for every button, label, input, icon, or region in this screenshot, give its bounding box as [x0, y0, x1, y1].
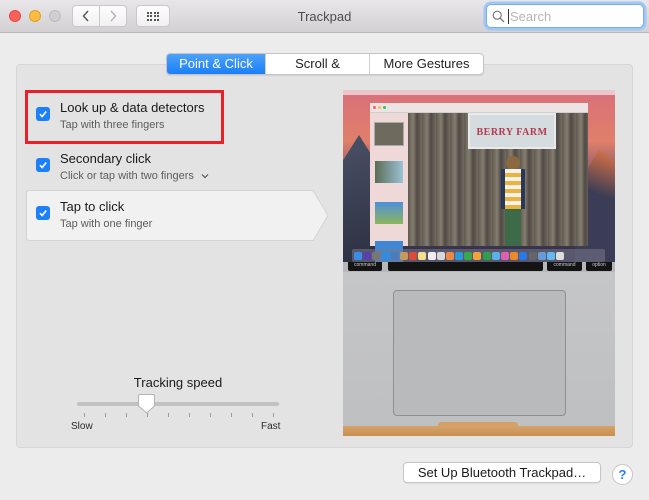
preview-dock-app-icon — [445, 251, 454, 260]
preview-person-body — [501, 169, 525, 209]
preview-key-command-right: command — [547, 262, 582, 271]
help-button[interactable]: ? — [612, 464, 633, 485]
option-sublabel: Click or tap with two fingers — [60, 170, 194, 182]
preview-dock-app-icon — [491, 251, 500, 260]
preview-dock-app-icon — [556, 251, 565, 260]
preview-dock-app-icon — [381, 251, 390, 260]
preview-dock-app-icon — [372, 251, 381, 260]
preview-dock-app-icon — [501, 251, 509, 260]
tracking-speed-label: Tracking speed — [133, 375, 223, 390]
preview-dock-app-icon — [427, 251, 436, 260]
preview-keyboard-row: command command option — [343, 262, 615, 272]
preview-trackpad — [393, 290, 566, 416]
preview-dock-app-icon — [418, 251, 427, 260]
preview-dock-app-icon — [409, 251, 418, 260]
fast-label: Fast — [261, 421, 281, 432]
slider-tick — [168, 413, 169, 417]
slider-tick — [126, 413, 127, 417]
preview-dock-app-icon — [399, 251, 408, 260]
option-label: Secondary click — [60, 151, 152, 166]
slider-tick — [273, 413, 274, 417]
preview-key-command-left: command — [348, 262, 382, 271]
preview-dock-app-icon — [537, 251, 546, 260]
tab-point-and-click[interactable]: Point & Click — [167, 54, 266, 74]
preview-person-head — [506, 156, 520, 170]
preview-dock-app-icon — [519, 251, 528, 260]
preview-dock-app-icon — [464, 251, 473, 260]
gesture-preview-image: BERRY FARM command command option — [343, 90, 615, 436]
slider-tick — [84, 413, 85, 417]
preview-dock-app-icon — [473, 251, 482, 260]
search-icon — [492, 10, 505, 22]
preview-laptop-chassis — [343, 272, 615, 436]
checkmark-icon — [39, 111, 47, 118]
chevron-down-icon — [201, 174, 209, 179]
option-secondary-click[interactable]: Secondary click Click or tap with two fi… — [26, 142, 326, 192]
tab-bar: Point & Click Scroll & Zoom More Gesture… — [166, 53, 484, 75]
preview-table — [343, 426, 615, 436]
tap-to-click-checkbox[interactable] — [36, 206, 50, 220]
title-bar: Trackpad — [0, 0, 649, 33]
search-input[interactable] — [508, 8, 638, 24]
preview-thumbnail — [375, 161, 403, 183]
setup-bluetooth-trackpad-button[interactable]: Set Up Bluetooth Trackpad… — [403, 462, 601, 483]
preview-thumbnail — [374, 122, 404, 146]
search-field[interactable] — [486, 4, 644, 28]
preview-dock-app-icon — [546, 251, 555, 260]
preview-photo: BERRY FARM — [408, 113, 588, 246]
slow-label: Slow — [71, 421, 93, 432]
preview-dock-app-icon — [510, 251, 519, 260]
preview-dock-app-icon — [354, 251, 362, 260]
preview-dock — [352, 249, 605, 262]
checkmark-icon — [39, 162, 47, 169]
preview-dock-app-icon — [436, 251, 445, 260]
preview-sign: BERRY FARM — [468, 113, 556, 149]
tracking-speed-ticks — [84, 413, 274, 418]
preview-key-space — [388, 262, 543, 271]
slider-tick — [231, 413, 232, 417]
preview-dock-app-icon — [390, 251, 399, 260]
slider-tick — [252, 413, 253, 417]
preview-dock-app-icon — [455, 251, 464, 260]
slider-tick — [210, 413, 211, 417]
preview-thumbnail-sidebar — [370, 113, 408, 263]
secondary-click-checkbox[interactable] — [36, 158, 50, 172]
preview-dock-app-icon — [482, 251, 491, 260]
option-sublabel: Tap with one finger — [60, 218, 153, 230]
slider-tick — [105, 413, 106, 417]
secondary-click-dropdown[interactable]: Click or tap with two fingers — [60, 170, 209, 182]
preview-dock-app-icon — [528, 251, 537, 260]
selected-option-background — [26, 190, 329, 241]
look-up-checkbox[interactable] — [36, 107, 50, 121]
preview-app-window: BERRY FARM — [370, 103, 588, 263]
checkmark-icon — [39, 210, 47, 217]
preview-dock-app-icon — [363, 251, 372, 260]
preview-thumbnail — [375, 202, 403, 224]
tab-scroll-and-zoom[interactable]: Scroll & Zoom — [266, 54, 370, 74]
preview-key-option: option — [586, 262, 612, 271]
preview-app-toolbar — [370, 103, 588, 113]
tracking-speed-track[interactable] — [77, 402, 279, 406]
preview-person-legs — [505, 209, 521, 246]
trackpad-preferences-window: Trackpad Point & Click Scroll & Zoom Mor… — [0, 0, 649, 500]
preview-screen: BERRY FARM — [343, 90, 615, 263]
slider-tick — [189, 413, 190, 417]
preview-menubar — [343, 90, 615, 95]
option-label: Tap to click — [60, 199, 125, 214]
tracking-speed-thumb[interactable] — [138, 394, 156, 414]
option-look-up[interactable]: Look up & data detectors Tap with three … — [26, 91, 326, 141]
option-label: Look up & data detectors — [60, 100, 205, 115]
option-tap-to-click[interactable]: Tap to click Tap with one finger — [26, 190, 329, 241]
tab-more-gestures[interactable]: More Gestures — [370, 54, 483, 74]
option-sublabel: Tap with three fingers — [60, 119, 165, 131]
